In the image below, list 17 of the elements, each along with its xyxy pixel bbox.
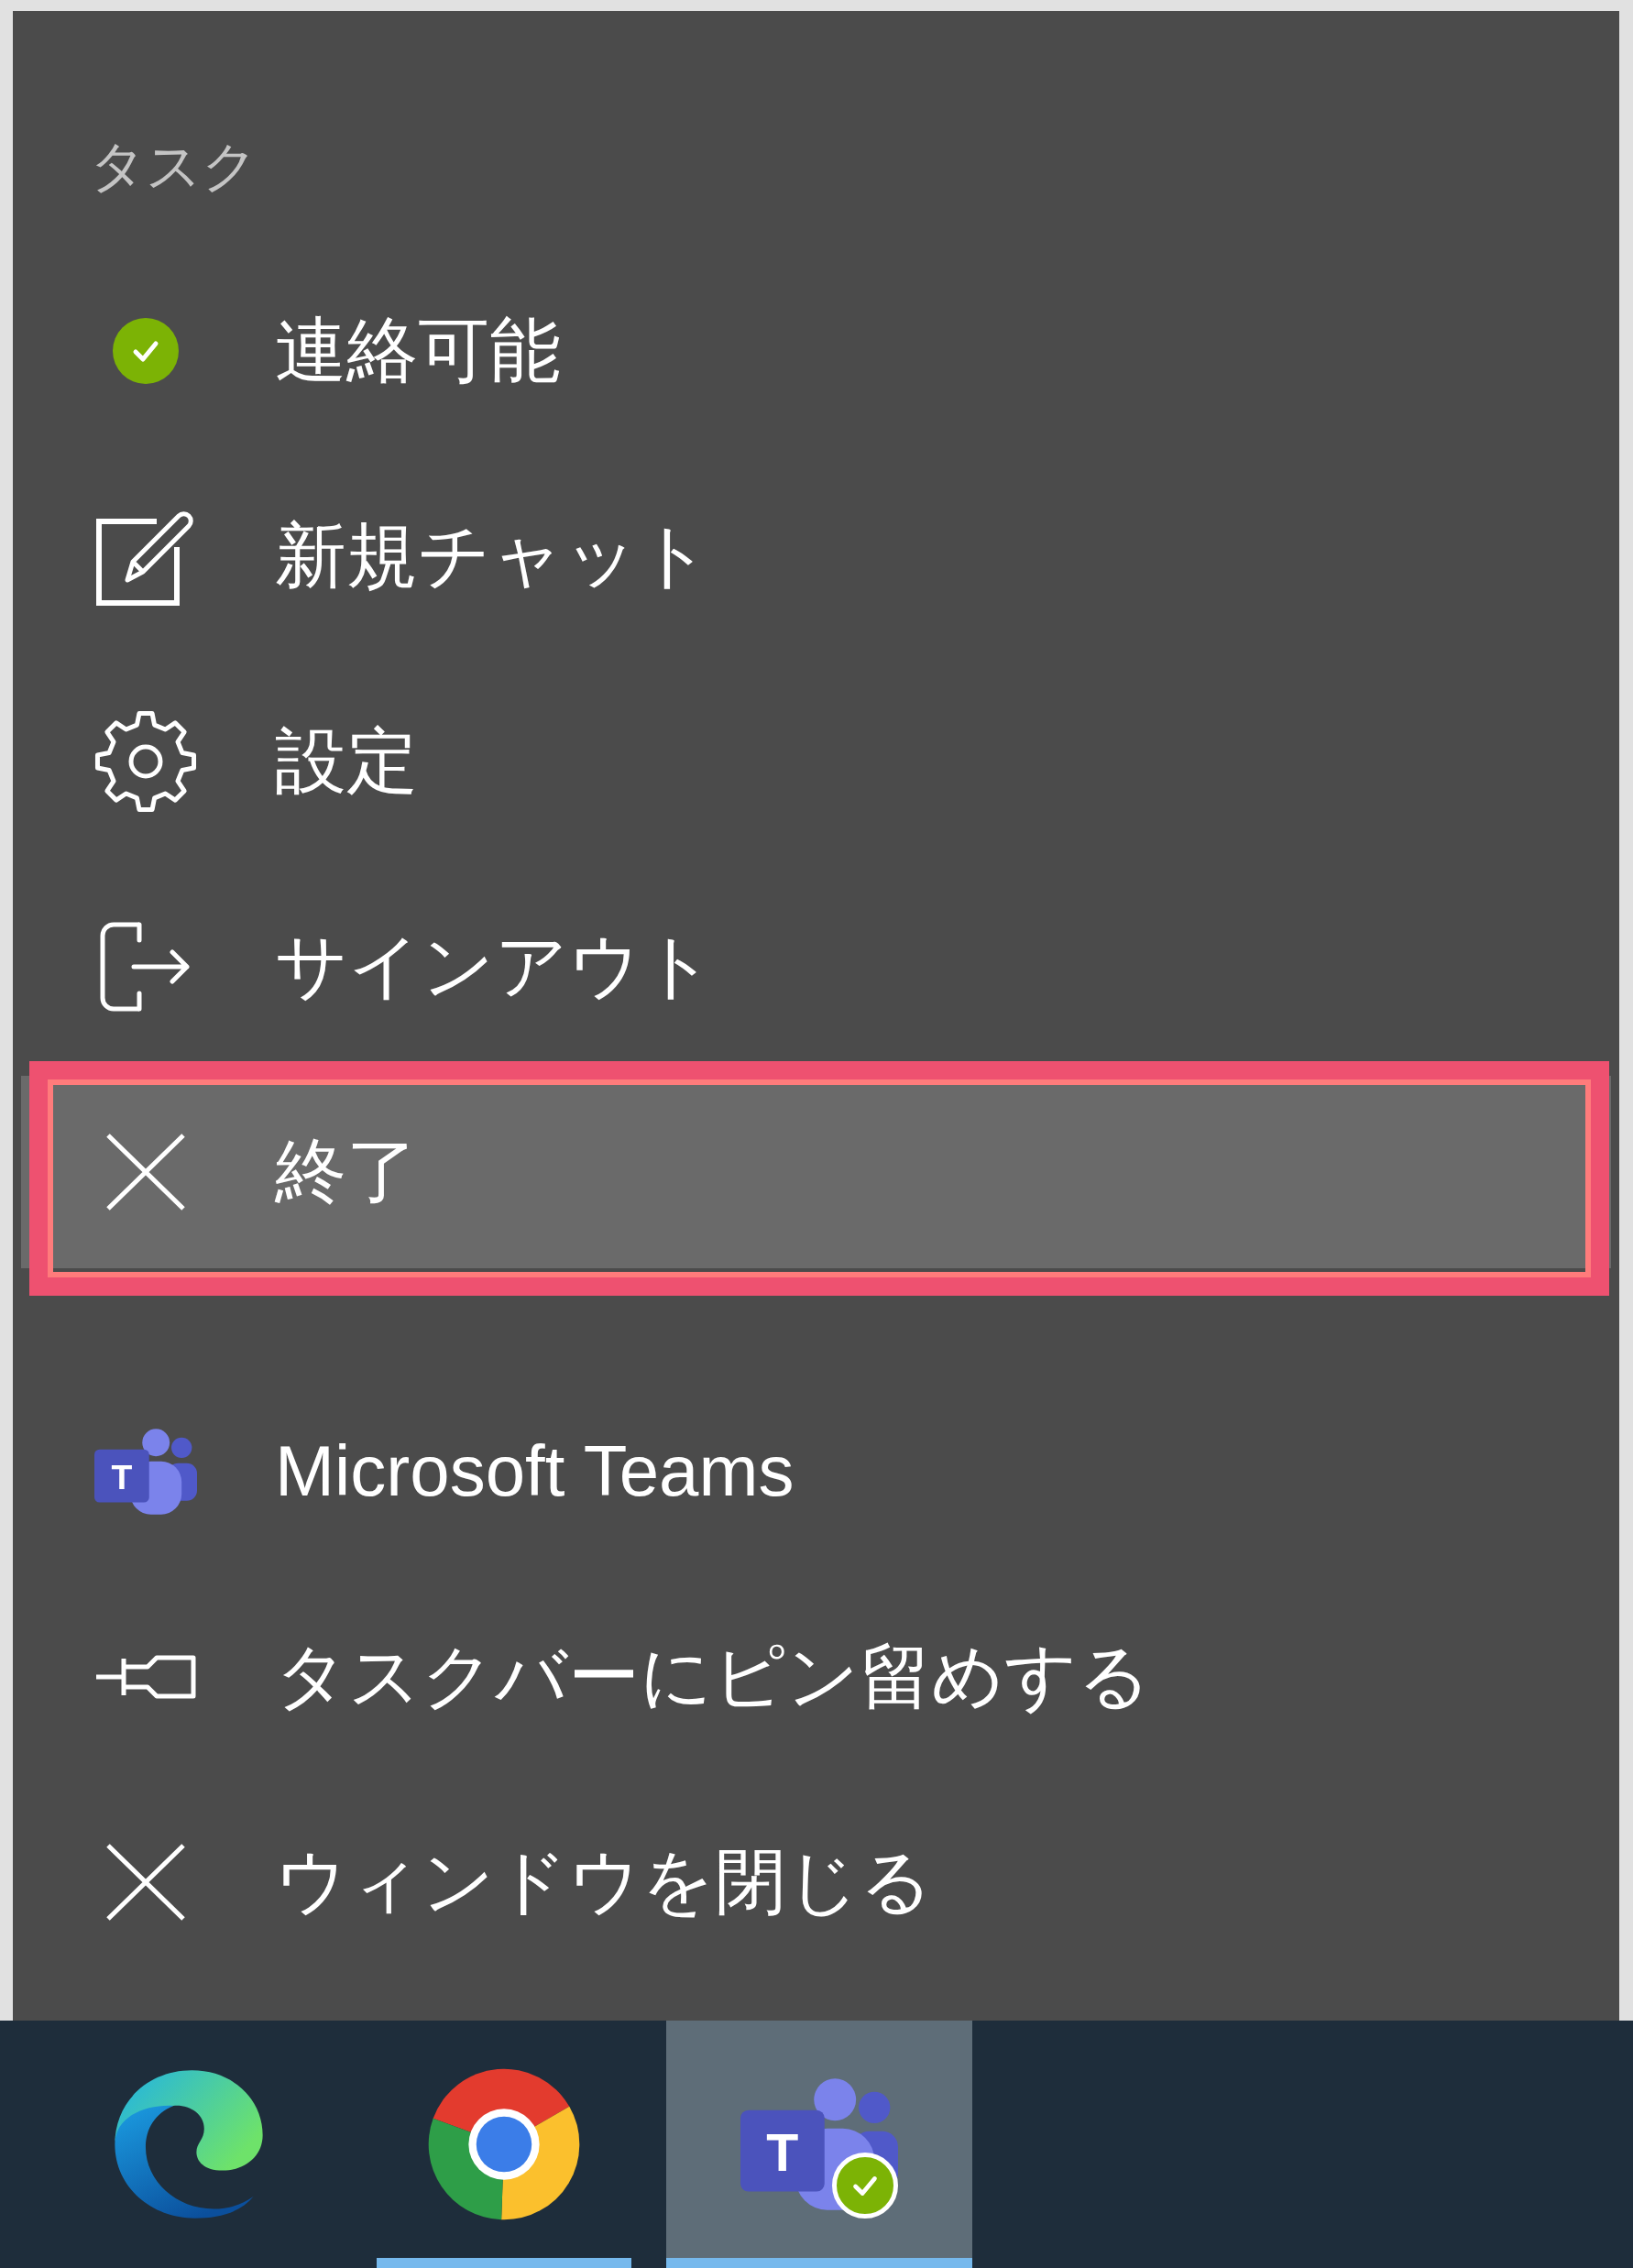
settings-icon — [94, 710, 197, 813]
menu-item[interactable]: 新規チャット — [21, 460, 1611, 652]
menu-item[interactable]: ウィンドウを閉じる — [21, 1786, 1611, 1978]
close-icon — [105, 1133, 186, 1211]
bracket-arrow-icon — [99, 922, 192, 1012]
menu-item[interactable]: サインアウト — [21, 871, 1611, 1063]
menu-item[interactable]: 終了 — [21, 1076, 1611, 1268]
menu-item[interactable]: T Microsoft Teams — [21, 1375, 1611, 1568]
ring-logo-icon — [427, 2067, 581, 2221]
swirl-logo-icon — [112, 2067, 266, 2221]
close-icon — [105, 1843, 186, 1922]
taskbar-button[interactable]: T — [666, 2021, 972, 2268]
pin-icon — [94, 1653, 197, 1701]
section-heading: タスク — [90, 135, 258, 199]
menu-item[interactable]: タスクバーにピン留めする — [21, 1581, 1611, 1773]
menu-item[interactable]: 設定 — [21, 665, 1611, 858]
menu-item[interactable]: 連絡可能 — [21, 255, 1611, 447]
